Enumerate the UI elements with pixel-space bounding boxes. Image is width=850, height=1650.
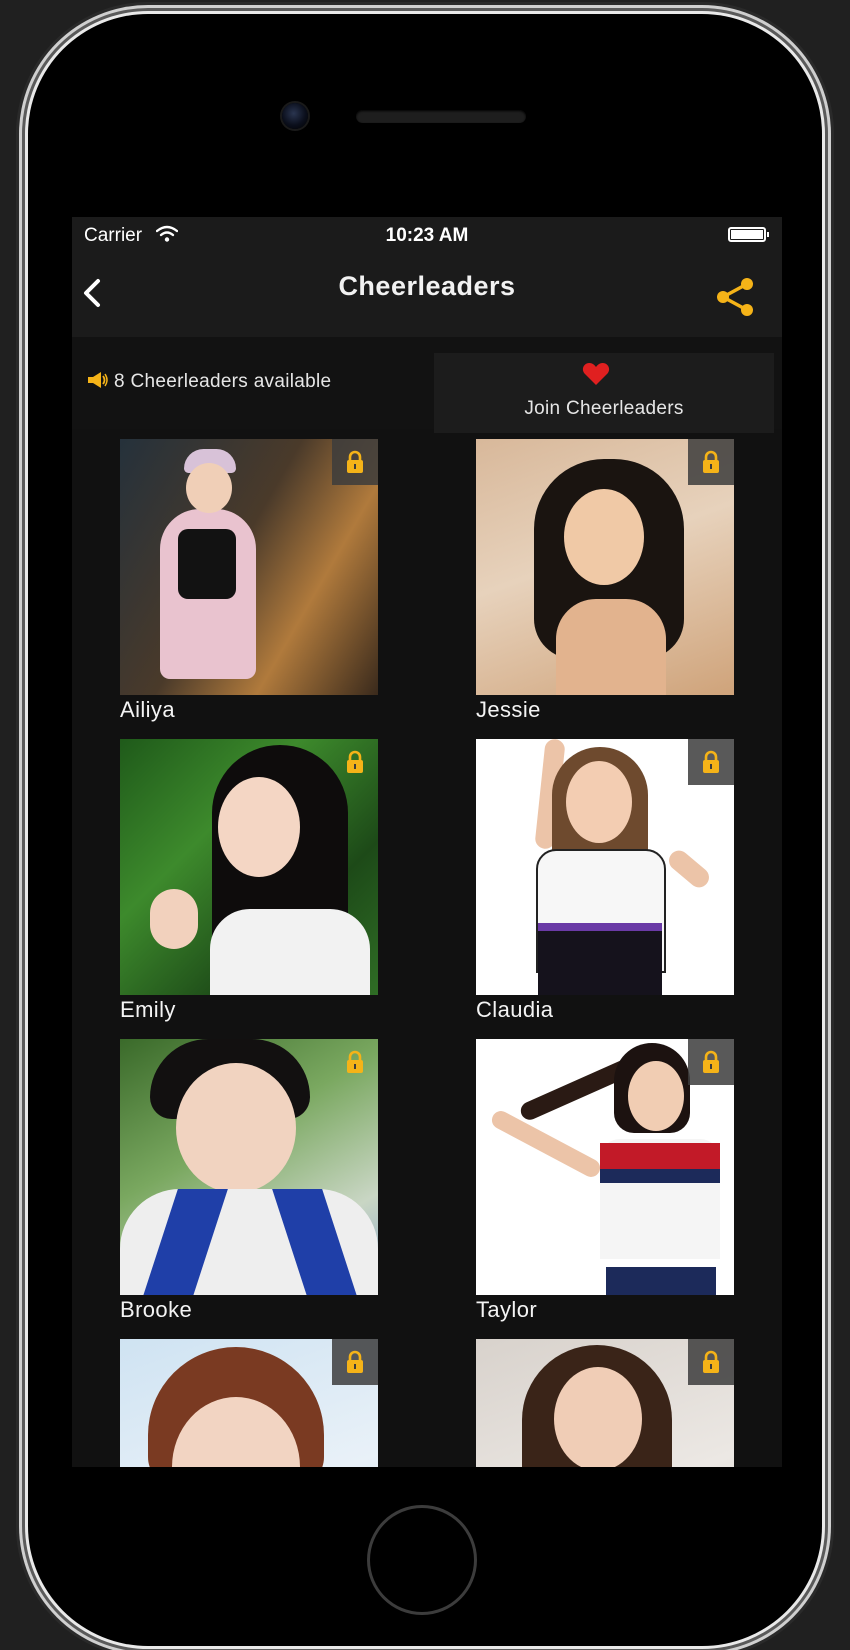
cheerleader-name: Claudia [476, 997, 554, 1022]
lock-badge [688, 439, 734, 485]
cheerleader-card[interactable]: Brooke [120, 1039, 378, 1323]
lock-icon [703, 1050, 719, 1073]
cheerleader-card[interactable]: Taylor [476, 1039, 734, 1323]
status-bar: Carrier 10:23 AM [72, 217, 782, 253]
lock-icon [703, 450, 719, 473]
volume-up-button [20, 340, 25, 450]
lock-badge [332, 1339, 378, 1385]
cheerleader-name: Ailiya [120, 697, 175, 722]
available-text: 8 Cheerleaders available [114, 371, 332, 392]
cheerleader-name: Jessie [476, 697, 541, 722]
lock-icon [703, 1350, 719, 1373]
page-title: Cheerleaders [338, 271, 516, 301]
device-mockup: Carrier 10:23 AM Cheerleaders 8 Cheerlea… [0, 0, 850, 1650]
battery-icon [728, 227, 769, 242]
cheerleader-card[interactable]: Jessie [476, 439, 734, 723]
status-time: 10:23 AM [385, 225, 469, 246]
lock-icon [347, 750, 363, 773]
home-button[interactable] [370, 1508, 474, 1612]
cheerleader-card[interactable]: Ailiya [120, 439, 378, 723]
navigation-bar: Cheerleaders [72, 253, 782, 337]
volume-down-button [20, 486, 25, 596]
join-cheerleaders-button[interactable]: Join Cheerleaders [434, 353, 774, 433]
cheerleader-name: Emily [120, 997, 176, 1022]
earpiece-speaker [356, 110, 526, 123]
mute-switch [20, 212, 25, 272]
heart-icon [582, 363, 610, 385]
info-row: 8 Cheerleaders available Join Cheerleade… [72, 337, 782, 433]
lock-badge [688, 739, 734, 785]
lock-badge [332, 1039, 378, 1085]
share-icon[interactable] [714, 275, 756, 319]
available-count: 8 Cheerleaders available [86, 371, 331, 393]
lock-icon [347, 1350, 363, 1373]
cheerleader-card[interactable] [476, 1339, 734, 1467]
power-button [825, 340, 830, 450]
lock-badge [688, 1339, 734, 1385]
lock-icon [347, 1050, 363, 1073]
cheerleader-card[interactable]: Claudia [476, 739, 734, 1023]
app-screen: Carrier 10:23 AM Cheerleaders 8 Cheerlea… [72, 217, 782, 1467]
lock-badge [332, 739, 378, 785]
megaphone-icon [88, 372, 108, 388]
cheerleader-card[interactable]: Emily [120, 739, 378, 1023]
cheerleader-name: Brooke [120, 1297, 193, 1322]
cheerleader-card[interactable] [120, 1339, 378, 1467]
lock-icon [703, 750, 719, 773]
lock-badge [332, 439, 378, 485]
join-cheerleaders-label: Join Cheerleaders [524, 398, 684, 419]
lock-badge [688, 1039, 734, 1085]
lock-icon [347, 450, 363, 473]
front-camera [282, 103, 308, 129]
cheerleader-name: Taylor [476, 1297, 538, 1322]
